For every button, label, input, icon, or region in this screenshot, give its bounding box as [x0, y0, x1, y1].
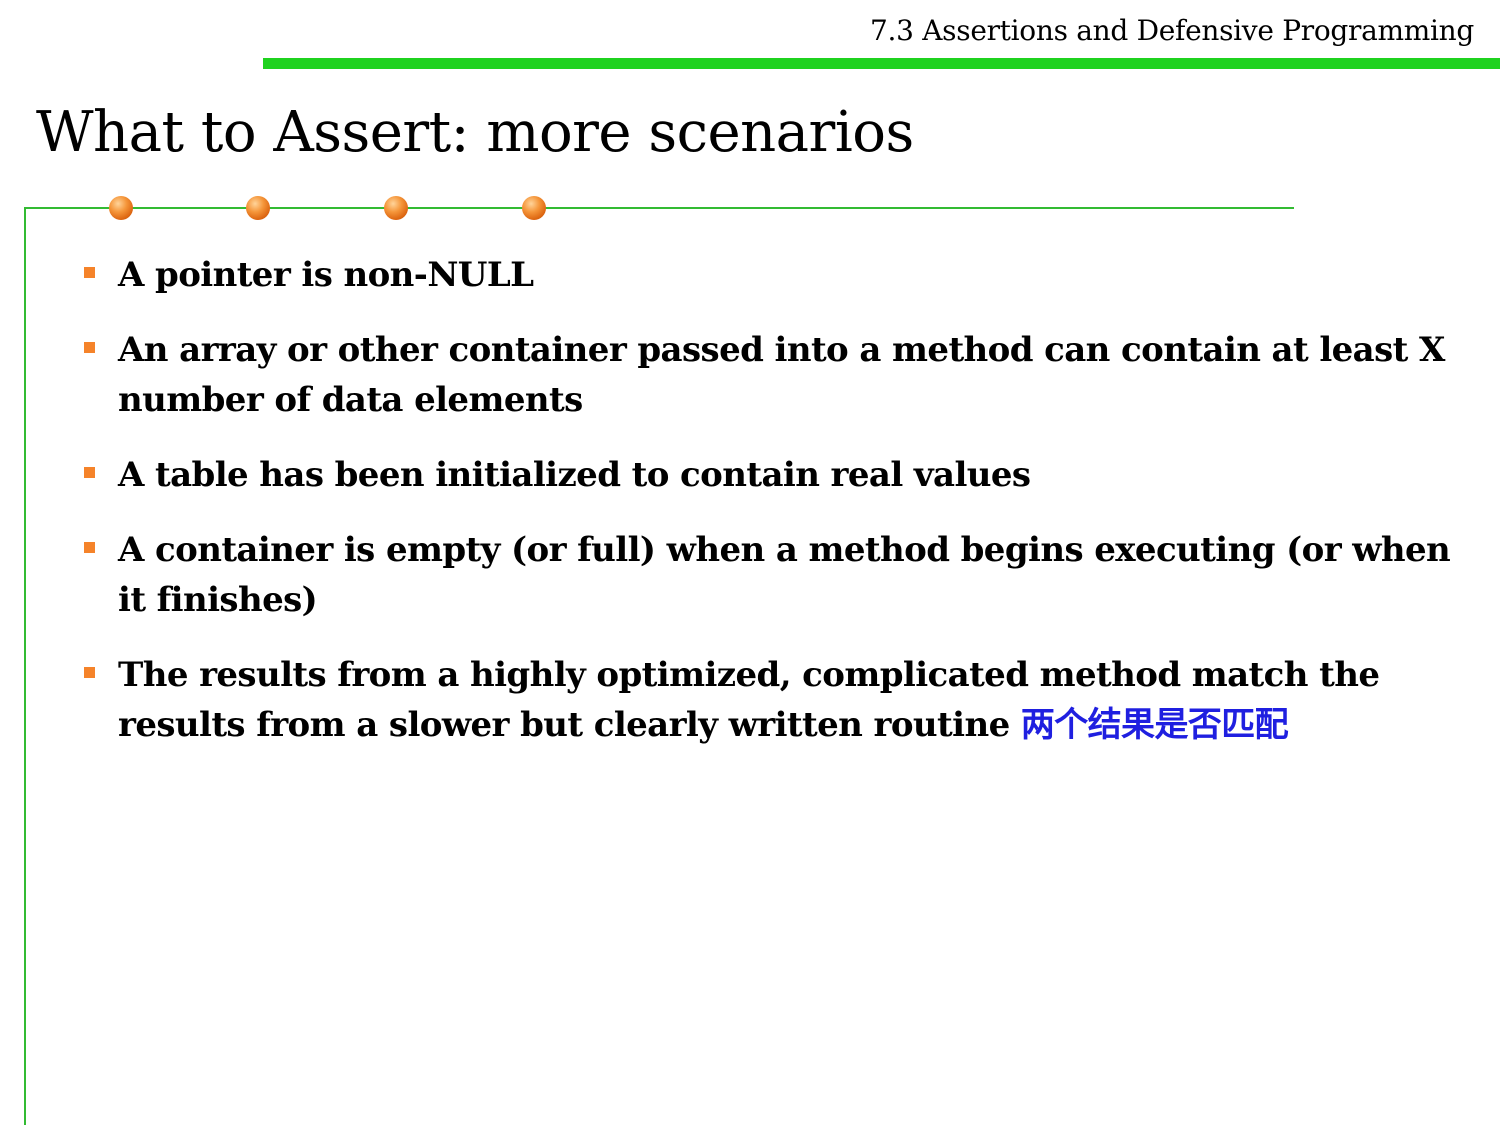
bullet-list: A pointer is non-NULL An array or other …: [82, 250, 1462, 775]
left-vertical-rule: [24, 207, 26, 1125]
header-accent-bar: [263, 58, 1500, 69]
orange-dot-icon: [246, 196, 270, 220]
square-bullet-icon: [84, 667, 95, 678]
orange-dot-icon: [522, 196, 546, 220]
square-bullet-icon: [84, 467, 95, 478]
title-underline-rule: [24, 207, 1294, 209]
bullet-text: A container is empty (or full) when a me…: [118, 530, 1451, 620]
slide-title: What to Assert: more scenarios: [36, 100, 914, 165]
square-bullet-icon: [84, 342, 95, 353]
section-header: 7.3 Assertions and Defensive Programming: [870, 14, 1474, 47]
bullet-item: An array or other container passed into …: [82, 325, 1462, 425]
bullet-item: A container is empty (or full) when a me…: [82, 525, 1462, 625]
bullet-item: A table has been initialized to contain …: [82, 450, 1462, 500]
orange-dot-icon: [384, 196, 408, 220]
orange-dot-icon: [109, 196, 133, 220]
bullet-item: The results from a highly optimized, com…: [82, 650, 1462, 750]
square-bullet-icon: [84, 267, 95, 278]
chinese-annotation: 两个结果是否匹配: [1020, 705, 1289, 745]
bullet-text: An array or other container passed into …: [118, 330, 1445, 420]
square-bullet-icon: [84, 542, 95, 553]
bullet-text: A pointer is non-NULL: [118, 255, 534, 295]
bullet-item: A pointer is non-NULL: [82, 250, 1462, 300]
bullet-text: A table has been initialized to contain …: [118, 455, 1031, 495]
